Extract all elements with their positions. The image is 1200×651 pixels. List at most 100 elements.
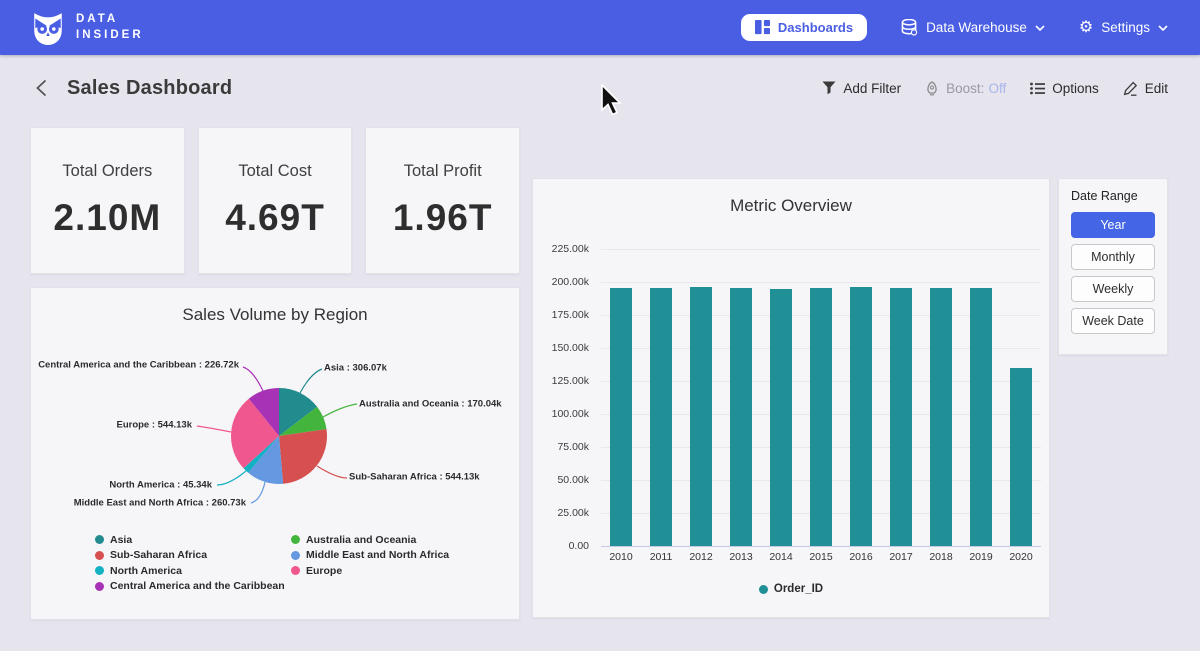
nav-dashboards-button[interactable]: Dashboards (741, 14, 867, 41)
legend-item-sub-saharan-africa[interactable]: Sub-Saharan Africa (95, 548, 275, 564)
bar-2016[interactable] (850, 287, 872, 546)
pie-legend: Asia Sub-Saharan AfricaNorth AmericaCentr… (95, 532, 449, 594)
date-range-button-monthly[interactable]: Monthly (1071, 244, 1155, 270)
kpi-value: 2.10M (53, 197, 161, 239)
gridline (601, 282, 1041, 283)
pie-legend-column: Asia Sub-Saharan AfricaNorth AmericaCentr… (95, 532, 275, 594)
legend-dot-icon (291, 535, 300, 544)
chevron-left-icon (36, 79, 47, 97)
pie-slice-sub-saharan-africa[interactable] (279, 429, 327, 484)
edit-button[interactable]: Edit (1123, 81, 1168, 96)
legend-item-central-america-and-the-caribbean[interactable]: Central America and the Caribbean (95, 579, 275, 595)
bar-2012[interactable] (690, 287, 712, 546)
pie-leader-line (300, 369, 322, 393)
pie-callout-europe: Europe : 544.13k (116, 420, 192, 431)
add-filter-button[interactable]: Add Filter (822, 81, 901, 96)
legend-item-asia[interactable]: Asia (95, 532, 275, 548)
kpi-value: 4.69T (225, 197, 325, 239)
bar-2020[interactable] (1010, 368, 1032, 546)
edit-label: Edit (1145, 81, 1168, 96)
pie-callout-australia-and-oceania: Australia and Oceania : 170.04k (359, 399, 502, 410)
legend-label: Australia and Oceania (306, 534, 416, 546)
bar-2010[interactable] (610, 288, 632, 546)
pie-callout-asia: Asia : 306.07k (324, 363, 387, 374)
bar-2011[interactable] (650, 288, 672, 546)
x-axis-tick: 2020 (1001, 551, 1041, 563)
legend-item-north-america[interactable]: North America (95, 563, 275, 579)
x-axis-tick: 2019 (961, 551, 1001, 563)
kpi-label: Total Cost (238, 162, 311, 181)
boost-toggle[interactable]: Boost: Off (925, 81, 1006, 96)
page-title: Sales Dashboard (67, 77, 232, 100)
x-axis-tick: 2010 (601, 551, 641, 563)
owl-logo-icon (30, 10, 66, 46)
date-range-button-weekly[interactable]: Weekly (1071, 276, 1155, 302)
app-root: DATA INSIDER Dashboards D (0, 0, 1200, 651)
legend-label: Europe (306, 565, 342, 577)
boost-label: Boost: (946, 81, 984, 96)
y-axis-tick: 75.00k (533, 441, 589, 453)
x-axis-tick: 2014 (761, 551, 801, 563)
kpi-value: 1.96T (393, 197, 493, 239)
boost-rocket-icon (925, 81, 939, 96)
bar-2017[interactable] (890, 288, 912, 546)
gridline (601, 546, 1041, 547)
date-range-button-week-date[interactable]: Week Date (1071, 308, 1155, 334)
navbar-menu: Dashboards Data Warehouse ⚙ Settings (741, 14, 1168, 41)
pie-leader-line (243, 367, 263, 391)
y-axis-tick: 25.00k (533, 507, 589, 519)
legend-dot-icon (95, 535, 104, 544)
bar-2019[interactable] (970, 288, 992, 546)
top-navbar: DATA INSIDER Dashboards D (0, 0, 1200, 55)
options-label: Options (1052, 81, 1099, 96)
gridline (601, 249, 1041, 250)
dashboard-grid-icon (755, 20, 770, 35)
bar-2014[interactable] (770, 289, 792, 546)
x-axis-tick: 2012 (681, 551, 721, 563)
pie-chart-panel: Sales Volume by Region Asia : 306.07kAus… (30, 287, 520, 620)
chevron-down-icon (1158, 25, 1168, 31)
legend-item-order-id[interactable]: Order_ID (759, 583, 823, 595)
date-range-buttons: Year Monthly Weekly Week Date (1071, 212, 1155, 334)
brand: DATA INSIDER (30, 10, 144, 46)
legend-label: Order_ID (774, 583, 823, 595)
legend-label: Asia (110, 534, 132, 546)
bar-2015[interactable] (810, 288, 832, 546)
legend-item-middle-east-and-north-africa[interactable]: Middle East and North Africa (291, 548, 449, 564)
pie-legend-column: Australia and Oceania Middle East and Nor… (291, 532, 449, 594)
x-axis-tick: 2011 (641, 551, 681, 563)
options-button[interactable]: Options (1030, 81, 1099, 96)
y-axis-tick: 50.00k (533, 474, 589, 486)
legend-item-australia-and-oceania[interactable]: Australia and Oceania (291, 532, 449, 548)
legend-dot-icon (291, 566, 300, 575)
nav-data-warehouse[interactable]: Data Warehouse (901, 19, 1045, 36)
date-range-panel: Date Range Year Monthly Weekly Week Date (1058, 178, 1168, 355)
bar-chart-plot: 0.0025.00k50.00k75.00k100.00k125.00k150.… (533, 179, 1049, 617)
y-axis-tick: 225.00k (533, 243, 589, 255)
legend-item-europe[interactable]: Europe (291, 563, 449, 579)
x-axis-tick: 2018 (921, 551, 961, 563)
date-range-label: Date Range (1071, 189, 1155, 203)
pie-leader-line (217, 471, 246, 485)
bar-2018[interactable] (930, 288, 952, 546)
nav-settings[interactable]: ⚙ Settings (1079, 20, 1168, 36)
legend-dot-icon (95, 551, 104, 560)
chevron-down-icon (1035, 25, 1045, 31)
legend-dot-icon (291, 551, 300, 560)
x-axis-tick: 2017 (881, 551, 921, 563)
pie-callout-north-america: North America : 45.34k (109, 480, 212, 491)
y-axis-tick: 125.00k (533, 375, 589, 387)
bar-2013[interactable] (730, 288, 752, 546)
nav-dashboards-label: Dashboards (778, 20, 853, 35)
y-axis-tick: 150.00k (533, 342, 589, 354)
edit-pencil-icon (1123, 81, 1138, 96)
pie-leader-line (197, 426, 231, 432)
nav-data-warehouse-label: Data Warehouse (926, 20, 1027, 35)
x-axis-tick: 2015 (801, 551, 841, 563)
date-range-button-year[interactable]: Year (1071, 212, 1155, 238)
filter-funnel-icon (822, 81, 836, 95)
legend-dot-icon (95, 566, 104, 575)
back-button[interactable] (32, 75, 51, 101)
page-header: Sales Dashboard Add Filter Boost: Off (0, 55, 1200, 121)
legend-dot-icon (759, 585, 768, 594)
